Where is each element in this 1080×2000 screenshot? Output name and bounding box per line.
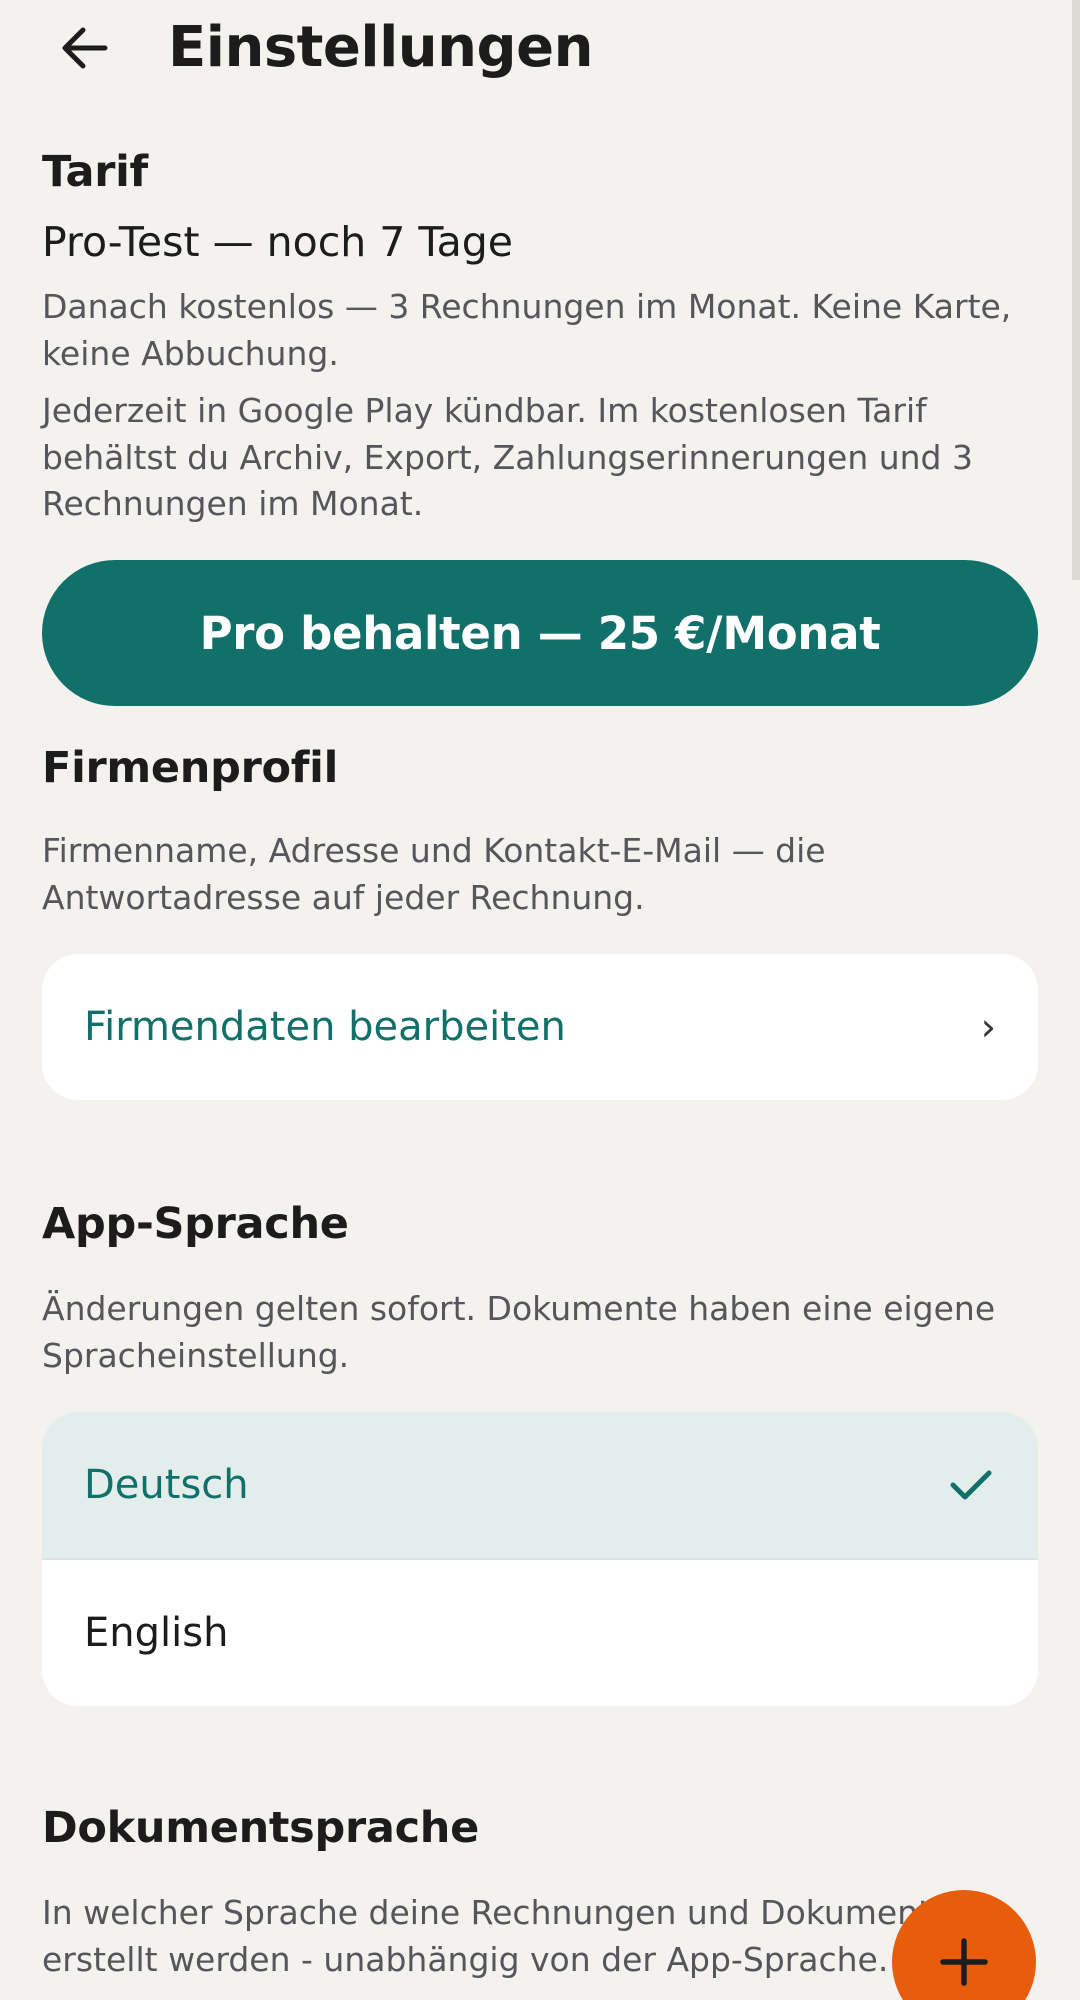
company-card: Firmendaten bearbeiten › bbox=[42, 954, 1038, 1100]
document-language-heading: Dokumentsprache bbox=[42, 1803, 479, 1853]
top-app-bar: Einstellungen bbox=[0, 0, 1080, 100]
arrow-left-icon bbox=[62, 27, 108, 69]
chevron-right-icon: › bbox=[980, 1005, 996, 1049]
language-option-label: Deutsch bbox=[84, 1462, 249, 1508]
app-language-list: Deutsch English bbox=[42, 1412, 1038, 1706]
settings-screen: Einstellungen Tarif Pro-Test — noch 7 Ta… bbox=[0, 0, 1080, 2000]
edit-company-button[interactable]: Firmendaten bearbeiten › bbox=[42, 954, 1038, 1100]
tariff-note-free: Danach kostenlos — 3 Rechnungen im Monat… bbox=[42, 287, 1012, 373]
company-description: Firmenname, Adresse und Kontakt-E-Mail —… bbox=[42, 831, 826, 917]
back-button[interactable] bbox=[52, 12, 116, 84]
edit-company-label: Firmendaten bearbeiten bbox=[84, 1004, 566, 1050]
app-language-description: Änderungen gelten sofort. Dokumente habe… bbox=[42, 1289, 996, 1375]
plus-icon bbox=[940, 1938, 988, 1986]
language-option-english[interactable]: English bbox=[42, 1560, 1038, 1706]
company-heading: Firmenprofil bbox=[42, 743, 339, 793]
document-language-description: In welcher Sprache deine Rechnungen und … bbox=[42, 1893, 952, 1979]
language-option-deutsch[interactable]: Deutsch bbox=[42, 1412, 1038, 1558]
app-language-heading: App-Sprache bbox=[42, 1199, 349, 1249]
tariff-heading: Tarif bbox=[42, 147, 148, 197]
keep-pro-button[interactable]: Pro behalten — 25 €/Monat bbox=[42, 560, 1038, 706]
check-icon bbox=[946, 1460, 996, 1510]
scrollbar[interactable] bbox=[1072, 0, 1080, 580]
tariff-note-cancel: Jederzeit in Google Play kündbar. Im kos… bbox=[42, 391, 973, 523]
page-title: Einstellungen bbox=[168, 15, 593, 80]
language-option-label: English bbox=[84, 1610, 229, 1656]
tariff-status: Pro-Test — noch 7 Tage bbox=[42, 218, 514, 266]
